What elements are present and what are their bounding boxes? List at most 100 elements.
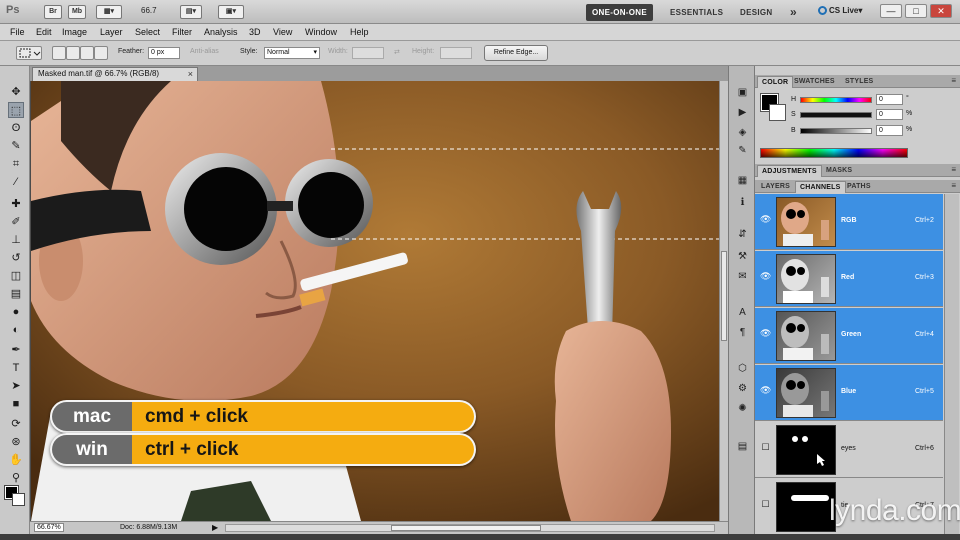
gradient-tool-icon[interactable]: ▤ <box>8 286 24 302</box>
eyedropper-tool-icon[interactable]: ⁄ <box>8 174 24 190</box>
channel-row-green[interactable]: 👁 Green Ctrl+4 <box>755 308 943 364</box>
launch-bridge-button[interactable]: Br <box>44 5 62 19</box>
minimize-button[interactable]: — <box>880 4 902 18</box>
menu-edit[interactable]: Edit <box>36 27 52 37</box>
brightness-slider[interactable] <box>800 128 872 134</box>
feather-input[interactable]: 0 px <box>148 47 180 59</box>
animation-panel-icon[interactable]: ✺ <box>735 402 750 416</box>
more-workspaces-button[interactable]: » <box>784 4 803 21</box>
hand-tool-icon[interactable]: ✋ <box>8 452 24 468</box>
visibility-eye-icon[interactable]: 👁 <box>760 271 771 282</box>
dodge-tool-icon[interactable]: ◐ <box>8 322 24 338</box>
blur-tool-icon[interactable]: ● <box>8 304 24 320</box>
menu-layer[interactable]: Layer <box>100 27 123 37</box>
color-spectrum-ramp[interactable] <box>760 148 908 158</box>
type-tool-icon[interactable]: T <box>8 360 24 376</box>
tab-paths[interactable]: PATHS <box>843 181 875 193</box>
actions-panel-icon[interactable]: ▶ <box>735 106 750 120</box>
height-input[interactable] <box>440 47 472 59</box>
anti-alias-checkbox[interactable]: Anti-alias <box>190 48 219 55</box>
quick-selection-tool-icon[interactable]: ✎ <box>8 138 24 154</box>
menu-file[interactable]: File <box>10 27 25 37</box>
panel-menu-icon[interactable]: ≡ <box>951 76 956 85</box>
horizontal-scrollbar-thumb[interactable] <box>391 525 541 531</box>
channels-scrollbar[interactable] <box>944 194 959 534</box>
spot-healing-tool-icon[interactable]: ✚ <box>8 196 24 212</box>
subtract-from-selection-icon[interactable] <box>80 46 94 60</box>
close-document-icon[interactable]: × <box>188 68 193 80</box>
clone-source-panel-icon[interactable]: ⇵ <box>735 228 750 242</box>
tab-color[interactable]: COLOR <box>757 76 794 88</box>
background-color-swatch[interactable] <box>12 493 25 506</box>
mask-panel-icon[interactable]: ⚙ <box>735 382 750 396</box>
channel-row-blue[interactable]: 👁 Blue Ctrl+5 <box>755 365 943 421</box>
layer-comps-panel-icon[interactable]: ▤ <box>735 440 750 454</box>
eraser-tool-icon[interactable]: ◫ <box>8 268 24 284</box>
visibility-eye-icon[interactable]: 👁 <box>760 214 771 225</box>
brightness-value-input[interactable]: 0 <box>876 125 903 136</box>
tab-adjustments[interactable]: ADJUSTMENTS <box>757 165 822 177</box>
tab-layers[interactable]: LAYERS <box>757 181 794 193</box>
saturation-slider[interactable] <box>800 112 872 118</box>
close-window-button[interactable]: ✕ <box>930 4 952 18</box>
menu-window[interactable]: Window <box>305 27 337 37</box>
navigator-panel-icon[interactable]: ◈ <box>735 126 750 140</box>
character-panel-icon[interactable]: A <box>735 306 750 320</box>
launch-mini-bridge-button[interactable]: Mb <box>68 5 86 19</box>
channel-row-rgb[interactable]: 👁 RGB Ctrl+2 <box>755 194 943 250</box>
swap-icon[interactable]: ⇄ <box>394 48 400 56</box>
brush-tool-icon[interactable]: ✐ <box>8 214 24 230</box>
saturation-value-input[interactable]: 0 <box>876 109 903 120</box>
brush-presets-panel-icon[interactable]: ✎ <box>735 144 750 158</box>
visibility-eye-icon[interactable]: 👁 <box>760 328 771 339</box>
crop-tool-icon[interactable]: ⌗ <box>8 156 24 172</box>
intersect-selection-icon[interactable] <box>94 46 108 60</box>
histogram-panel-icon[interactable]: ▦ <box>735 174 750 188</box>
3d-panel-icon[interactable]: ⬡ <box>735 362 750 376</box>
color-panel-background-swatch[interactable] <box>769 104 786 121</box>
tab-masks[interactable]: MASKS <box>822 165 856 177</box>
tab-channels[interactable]: CHANNELS <box>795 181 846 193</box>
info-panel-icon[interactable]: ℹ <box>735 196 750 210</box>
menu-image[interactable]: Image <box>62 27 87 37</box>
refine-edge-button[interactable]: Refine Edge... <box>484 45 548 61</box>
clone-stamp-tool-icon[interactable]: ⊥ <box>8 232 24 248</box>
document-tab[interactable]: Masked man.tif @ 66.7% (RGB/8) × <box>32 67 198 81</box>
menu-3d[interactable]: 3D <box>249 27 261 37</box>
rectangular-marquee-tool-icon[interactable]: ⬚ <box>8 102 24 118</box>
zoom-tool-icon[interactable]: ⚲ <box>8 470 24 486</box>
menu-analysis[interactable]: Analysis <box>204 27 238 37</box>
channel-row-eyes[interactable]: ☐ eyes Ctrl+6 <box>755 422 943 478</box>
hue-slider[interactable] <box>800 97 872 103</box>
path-selection-tool-icon[interactable]: ➤ <box>8 378 24 394</box>
lasso-tool-icon[interactable]: ʘ <box>8 120 24 136</box>
tool-presets-panel-icon[interactable]: ⚒ <box>735 250 750 264</box>
pen-tool-icon[interactable]: ✒ <box>8 342 24 358</box>
scrollbar-thumb[interactable] <box>721 251 727 341</box>
new-selection-icon[interactable] <box>52 46 66 60</box>
width-input[interactable] <box>352 47 384 59</box>
view-extras-button[interactable]: ▦▾ <box>96 5 122 19</box>
tab-styles[interactable]: STYLES <box>841 76 877 88</box>
visibility-toggle-empty[interactable]: ☐ <box>760 442 771 453</box>
visibility-eye-icon[interactable]: 👁 <box>760 385 771 396</box>
style-select[interactable]: Normal ▾ <box>264 47 320 59</box>
hue-value-input[interactable]: 0 <box>876 94 903 105</box>
menu-view[interactable]: View <box>273 27 292 37</box>
status-menu-arrow-icon[interactable]: ▶ <box>212 523 218 532</box>
workspace-design[interactable]: DESIGN <box>734 4 778 21</box>
adjustments-menu-icon[interactable]: ≡ <box>951 165 956 174</box>
cs-live-button[interactable]: CS Live▾ <box>818 6 862 16</box>
status-zoom-field[interactable]: 66.67% <box>34 523 64 532</box>
tool-preset-picker[interactable] <box>16 46 42 60</box>
3d-rotate-tool-icon[interactable]: ⟳ <box>8 416 24 432</box>
menu-select[interactable]: Select <box>135 27 160 37</box>
rectangle-shape-tool-icon[interactable]: ■ <box>8 396 24 412</box>
move-tool-icon[interactable]: ✥ <box>8 84 24 100</box>
visibility-toggle-empty[interactable]: ☐ <box>760 499 771 510</box>
screen-mode-button[interactable]: ▣▾ <box>218 5 244 19</box>
menu-help[interactable]: Help <box>350 27 369 37</box>
canvas-vertical-scrollbar[interactable] <box>719 81 728 521</box>
history-brush-tool-icon[interactable]: ↺ <box>8 250 24 266</box>
workspace-one-on-one[interactable]: ONE-ON-ONE <box>586 4 653 21</box>
